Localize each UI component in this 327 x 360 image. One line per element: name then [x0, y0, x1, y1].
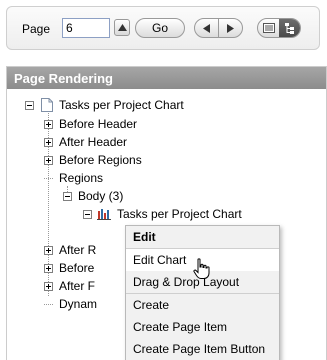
go-button[interactable]: Go — [135, 18, 185, 38]
tree-node-label: Regions — [59, 171, 104, 185]
triangle-left-icon — [203, 23, 210, 33]
tree-node-label: Before — [59, 261, 95, 275]
tree-node-label: After Header — [59, 135, 128, 149]
panel-title: Page Rendering — [7, 67, 326, 89]
expand-toggle-icon[interactable] — [44, 137, 53, 147]
tree-view-button[interactable] — [279, 19, 300, 37]
collapse-toggle-icon[interactable] — [83, 209, 92, 219]
page-up-button[interactable] — [114, 19, 130, 36]
tree-node-after-header[interactable]: After Header — [44, 134, 127, 150]
tree-node-before-header[interactable]: Before Header — [44, 116, 137, 132]
tree-node-after-regions[interactable]: After R — [44, 242, 96, 258]
page-toolbar: Page Go — [6, 6, 320, 50]
expand-toggle-icon[interactable] — [44, 245, 53, 255]
bar-chart-icon — [97, 209, 111, 220]
expand-toggle-icon[interactable] — [44, 119, 53, 129]
tree-node-regions[interactable]: Regions — [44, 170, 103, 186]
tree-node-label: Tasks per Project Chart — [117, 207, 242, 221]
view-toggle-group — [257, 18, 301, 38]
menu-item-edit[interactable]: Edit — [126, 226, 279, 248]
tree-node-before-footer[interactable]: Before — [44, 260, 94, 276]
hand-pointer-icon — [193, 258, 210, 279]
tree-node-label: Body (3) — [78, 189, 124, 203]
page-nav-group — [194, 18, 243, 38]
tree-node-label: After F — [59, 279, 96, 293]
tree-node-after-footer[interactable]: After F — [44, 278, 95, 294]
page-document-icon — [41, 98, 53, 112]
tree-root-node[interactable]: Tasks per Project Chart — [25, 97, 184, 113]
expand-toggle-icon[interactable] — [44, 281, 53, 291]
tree-connector — [44, 177, 53, 179]
collapse-toggle-icon[interactable] — [25, 100, 34, 110]
list-view-icon — [262, 23, 275, 33]
tree-node-chart-region[interactable]: Tasks per Project Chart — [83, 206, 242, 222]
menu-item-create[interactable]: Create — [126, 294, 279, 316]
tree-node-dynamic-actions[interactable]: Dynam — [44, 296, 97, 312]
arrow-up-icon — [117, 24, 127, 31]
tree-node-label: After R — [59, 243, 97, 257]
collapse-toggle-icon[interactable] — [63, 191, 72, 201]
expand-toggle-icon[interactable] — [44, 263, 53, 273]
tree-view-icon — [284, 22, 294, 34]
tree-node-label: Before Regions — [59, 153, 142, 167]
previous-page-button[interactable] — [195, 19, 218, 37]
page-label: Page — [22, 22, 51, 36]
context-menu: Edit Edit Chart Drag & Drop Layout Creat… — [125, 225, 280, 360]
next-page-button[interactable] — [218, 19, 242, 37]
tree-node-body[interactable]: Body (3) — [63, 188, 123, 204]
list-view-button[interactable] — [258, 19, 279, 37]
expand-toggle-icon[interactable] — [44, 155, 53, 165]
tree-node-label: Before Header — [59, 117, 138, 131]
tree-node-label: Dynam — [59, 297, 98, 311]
menu-item-create-page-item-button[interactable]: Create Page Item Button — [126, 338, 279, 360]
menu-item-create-page-item[interactable]: Create Page Item — [126, 316, 279, 338]
tree-node-before-regions[interactable]: Before Regions — [44, 152, 142, 168]
triangle-right-icon — [227, 23, 234, 33]
page-number-input[interactable] — [62, 18, 110, 38]
tree-connector — [44, 303, 53, 305]
tree-root-label: Tasks per Project Chart — [59, 98, 184, 112]
